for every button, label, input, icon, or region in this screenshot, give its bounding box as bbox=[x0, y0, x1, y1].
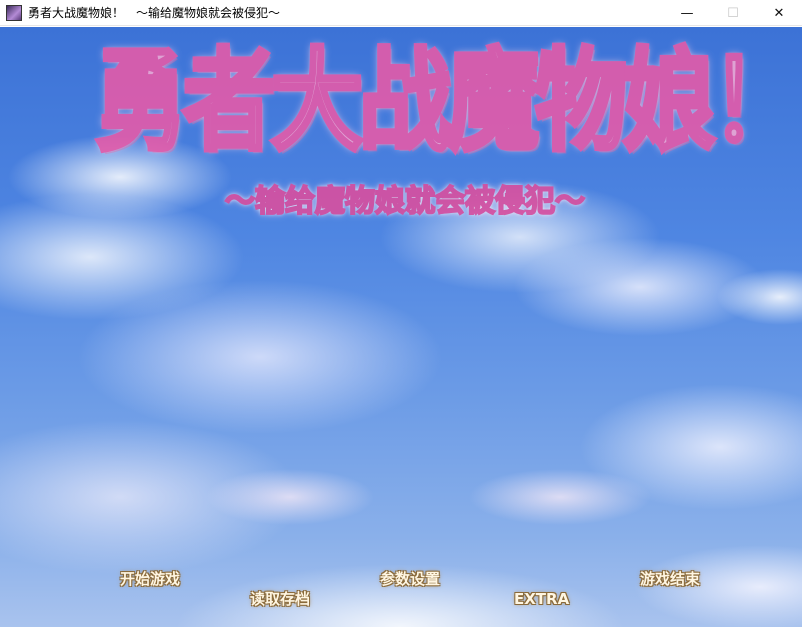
game-logo: 勇者大战魔物娘！ ～输给魔物娘就会被侵犯～ bbox=[93, 39, 802, 229]
start-game-button[interactable]: 开始游戏 bbox=[120, 572, 180, 587]
logo-subtitle: ～输给魔物娘就会被侵犯～ bbox=[224, 184, 586, 219]
game-window: 勇者大战魔物娘！ ～输给魔物娘就会被侵犯～ — ☐ ✕ 勇者大战魔物娘！ ～输给… bbox=[0, 0, 802, 627]
title-bar[interactable]: 勇者大战魔物娘！ ～输给魔物娘就会被侵犯～ — ☐ ✕ bbox=[0, 0, 802, 26]
close-button[interactable]: ✕ bbox=[756, 0, 802, 26]
load-save-button[interactable]: 读取存档 bbox=[250, 592, 310, 607]
maximize-button[interactable]: ☐ bbox=[710, 0, 756, 26]
title-screen: 勇者大战魔物娘！ ～输给魔物娘就会被侵犯～ 开始游戏 读取存档 参数设置 EXT… bbox=[0, 27, 802, 627]
extra-button[interactable]: EXTRA bbox=[514, 592, 569, 607]
window-title: 勇者大战魔物娘！ ～输给魔物娘就会被侵犯～ bbox=[28, 6, 281, 20]
window-controls: — ☐ ✕ bbox=[664, 0, 802, 26]
exit-game-button[interactable]: 游戏结束 bbox=[640, 572, 700, 587]
minimize-button[interactable]: — bbox=[664, 0, 710, 26]
settings-button[interactable]: 参数设置 bbox=[380, 572, 440, 587]
logo-main-title: 勇者大战魔物娘！ bbox=[93, 37, 802, 166]
app-icon[interactable] bbox=[6, 4, 22, 21]
